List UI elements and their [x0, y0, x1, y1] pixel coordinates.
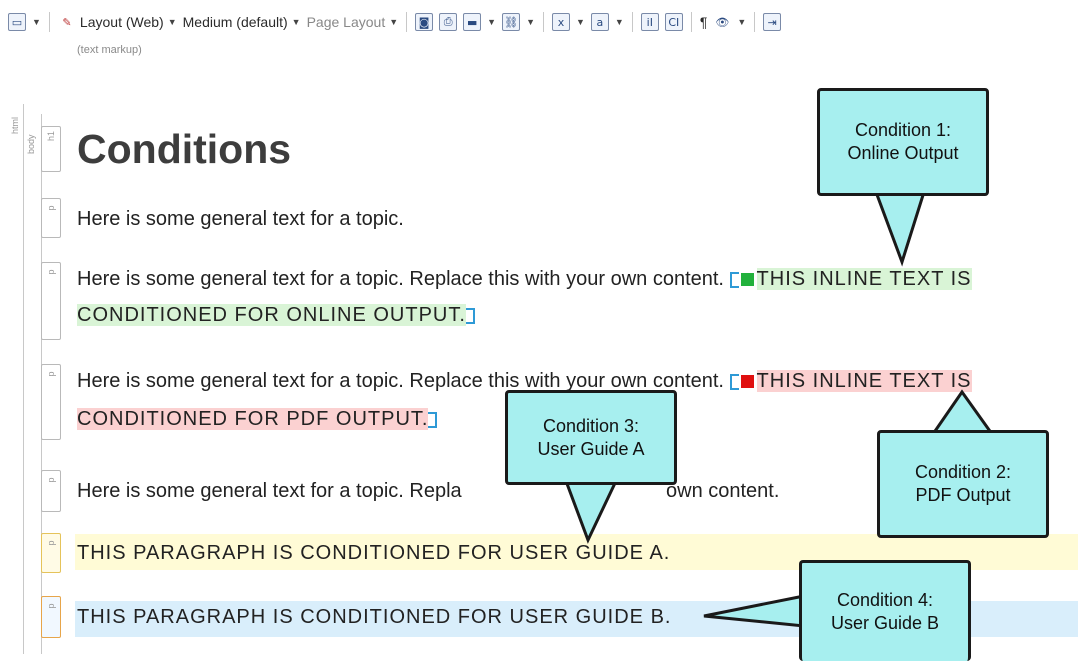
structure-tag-p[interactable]: p: [41, 596, 61, 638]
toolbar-divider: [754, 12, 756, 32]
snippet-icon[interactable]: x: [551, 13, 570, 31]
condition-end-marker: [428, 412, 438, 428]
callout-condition-1: Condition 1: Online Output: [817, 88, 989, 196]
toolbar-divider: [406, 12, 408, 32]
callout-condition-2: Condition 2: PDF Output: [877, 430, 1049, 538]
chevron-down-icon[interactable]: ▼: [737, 17, 746, 27]
paragraph-4-end: own content.: [666, 480, 780, 502]
callout-condition-4: Condition 4: User Guide B: [799, 560, 971, 661]
toolbar-divider: [690, 12, 692, 32]
link-icon[interactable]: ⛓: [502, 13, 521, 31]
page-heading: Conditions: [77, 126, 292, 172]
chevron-down-icon[interactable]: ▼: [526, 17, 535, 27]
structure-tag-p[interactable]: p: [41, 364, 61, 440]
chevron-down-icon[interactable]: ▼: [576, 17, 585, 27]
page-layout-dropdown[interactable]: Page Layout ▼: [307, 14, 399, 30]
paragraph-2: Here is some general text for a topic. R…: [77, 268, 972, 290]
image-icon[interactable]: ▬: [463, 13, 482, 31]
pilcrow-icon[interactable]: ¶: [700, 14, 708, 30]
chevron-down-icon: ▼: [167, 17, 177, 27]
paragraph-3-cont: CONDITIONED FOR PDF OUTPUT.: [77, 408, 439, 431]
chevron-down-icon: ▼: [291, 17, 301, 27]
medium-dropdown[interactable]: Medium (default) ▼: [183, 14, 301, 30]
condition-pdf-icon: [740, 375, 754, 388]
structure-tag-h1[interactable]: h1: [41, 126, 61, 172]
paragraph-4: Here is some general text for a topic. R…: [77, 480, 462, 502]
structure-tag-p[interactable]: p: [41, 470, 61, 512]
condition-end-marker: [465, 308, 475, 324]
paragraph-2-cont: CONDITIONED FOR ONLINE OUTPUT.: [77, 304, 477, 327]
structure-bar-body[interactable]: body: [23, 114, 42, 654]
structure-tag-p[interactable]: p: [41, 262, 61, 340]
toolbar-divider: [48, 12, 50, 32]
layout-dropdown[interactable]: ✎ Layout (Web) ▼: [58, 13, 177, 31]
paragraph-1: Here is some general text for a topic.: [77, 208, 404, 230]
paragraph-guide-b: THIS PARAGRAPH IS CONDITIONED FOR USER G…: [77, 606, 672, 628]
show-icon[interactable]: 👁: [713, 13, 731, 31]
toolbar-divider: [542, 12, 544, 32]
layout-icon: ✎: [62, 15, 72, 29]
structure-tag-p[interactable]: p: [41, 198, 61, 238]
print-icon[interactable]: ⎙: [439, 13, 458, 31]
chevron-down-icon[interactable]: ▼: [615, 17, 624, 27]
structure-tag-p[interactable]: p: [41, 533, 61, 573]
toolbar-divider: [631, 12, 633, 32]
insert-icon[interactable]: iI: [640, 13, 659, 31]
chevron-down-icon[interactable]: ▼: [487, 17, 496, 27]
variable-icon[interactable]: a: [590, 13, 609, 31]
callout-condition-3: Condition 3: User Guide A: [505, 390, 677, 485]
condition-start-marker: [729, 272, 739, 288]
condition-online-icon: [740, 273, 754, 286]
structure-bar-html[interactable]: html: [8, 104, 24, 654]
view-icon[interactable]: ▭: [8, 13, 26, 31]
chevron-down-icon: ▼: [389, 17, 399, 27]
condition-start-marker: [729, 374, 739, 390]
markup-mode-label: (text markup): [77, 44, 142, 56]
editor-toolbar: ▭ ▼ ✎ Layout (Web) ▼ Medium (default) ▼ Pag…: [0, 0, 1078, 44]
chevron-down-icon[interactable]: ▼: [32, 17, 41, 27]
condition-icon[interactable]: CI: [664, 13, 683, 31]
preview-icon[interactable]: ◙: [415, 13, 434, 31]
jump-icon[interactable]: ⇥: [763, 13, 782, 31]
paragraph-guide-a: THIS PARAGRAPH IS CONDITIONED FOR USER G…: [77, 542, 671, 564]
